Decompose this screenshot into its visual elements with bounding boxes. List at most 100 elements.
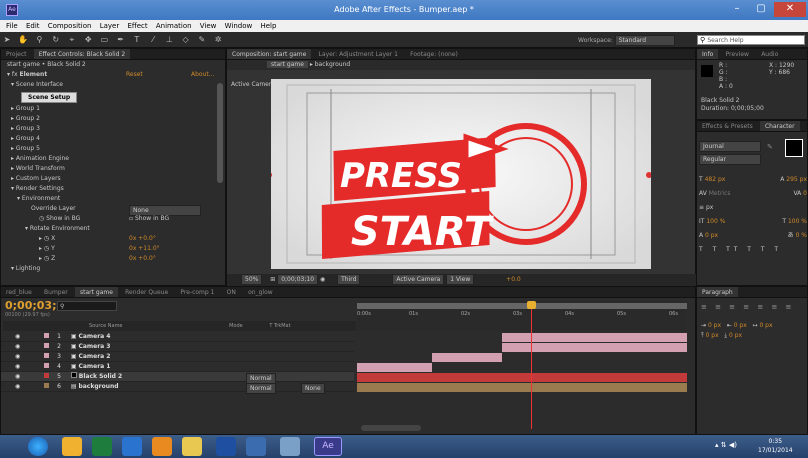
- track-matte-select[interactable]: None: [301, 383, 325, 394]
- eyedropper-icon[interactable]: ✎: [767, 143, 773, 151]
- effect-header[interactable]: ▾ fx Element Reset About...: [1, 70, 225, 80]
- menu-window[interactable]: Window: [225, 22, 253, 30]
- menu-effect[interactable]: Effect: [127, 22, 147, 30]
- menu-file[interactable]: File: [6, 22, 18, 30]
- environment-row[interactable]: ▾ Environment: [1, 194, 225, 204]
- font-style-select[interactable]: Regular: [699, 154, 761, 165]
- animation-engine-row[interactable]: ▸ Animation Engine: [1, 154, 225, 164]
- font-family-select[interactable]: Journal: [699, 141, 761, 152]
- breadcrumb-background[interactable]: background: [315, 61, 351, 68]
- eye-icon[interactable]: ◉: [15, 343, 20, 350]
- about-link[interactable]: About...: [191, 70, 214, 80]
- font-size-value[interactable]: 482 px: [705, 176, 726, 183]
- work-area-bar[interactable]: [357, 303, 687, 309]
- group-2-row[interactable]: ▸ Group 2: [1, 114, 225, 124]
- stroke-width-value[interactable]: px: [706, 204, 713, 211]
- disclosure-triangle-icon[interactable]: ▾ fx: [7, 71, 18, 78]
- layer-row-6[interactable]: ◉ 6 ▤ background Normal None: [1, 382, 354, 394]
- layer-row-1[interactable]: ◉ 1 ▣ Camera 4: [1, 332, 354, 342]
- camera-tool-icon[interactable]: ⌖: [66, 34, 78, 46]
- puppet-tool-icon[interactable]: ✲: [212, 34, 224, 46]
- scrollbar[interactable]: [217, 83, 223, 183]
- reset-link[interactable]: Reset: [126, 70, 143, 80]
- group-5-row[interactable]: ▸ Group 5: [1, 144, 225, 154]
- eye-icon[interactable]: ◉: [15, 373, 20, 380]
- exposure-value[interactable]: +0.0: [506, 276, 521, 283]
- clock[interactable]: 0:35 17/01/2014: [758, 437, 793, 455]
- lighting-row[interactable]: ▾ Lighting: [1, 264, 225, 274]
- blend-mode-select[interactable]: Normal: [246, 383, 276, 394]
- photoshop-icon[interactable]: [246, 437, 266, 456]
- baseline-value[interactable]: 0 px: [705, 232, 718, 239]
- search-help-field[interactable]: ⚲ Search Help: [697, 35, 805, 45]
- menu-composition[interactable]: Composition: [48, 22, 92, 30]
- eye-icon[interactable]: ◉: [15, 353, 20, 360]
- clone-tool-icon[interactable]: ⊥: [163, 34, 175, 46]
- menu-view[interactable]: View: [200, 22, 217, 30]
- media-player-icon[interactable]: [280, 437, 300, 456]
- layer-bar-camera-2[interactable]: [432, 353, 502, 362]
- tab-start-game[interactable]: start game: [75, 287, 118, 297]
- tab-paragraph[interactable]: Paragraph: [697, 287, 738, 297]
- grid-icon[interactable]: ⊞: [270, 276, 275, 283]
- rotate-z-value[interactable]: 0x +0.0°: [129, 254, 156, 264]
- current-time-display[interactable]: 0;00;03;10: [277, 274, 319, 285]
- indent-right-value[interactable]: 0 px: [734, 322, 747, 329]
- alignment-buttons[interactable]: ≡ ≡ ≡ ≡ ≡ ≡ ≡: [701, 303, 794, 311]
- tab-layer[interactable]: Layer: Adjustment Layer 1: [314, 49, 403, 59]
- workspace-select[interactable]: Standard: [614, 35, 675, 46]
- scene-setup-button[interactable]: Scene Setup: [21, 92, 78, 103]
- layer-row-5[interactable]: ◉ 5 Black Solid 2 Normal: [1, 372, 354, 384]
- menu-animation[interactable]: Animation: [156, 22, 192, 30]
- tab-audio[interactable]: Audio: [756, 49, 783, 59]
- fill-color-swatch[interactable]: [785, 139, 803, 157]
- time-ruler[interactable]: 0:00s 01s 02s 03s 04s 05s 06s: [357, 301, 687, 331]
- excel-icon[interactable]: [92, 437, 112, 456]
- stopwatch-icon[interactable]: ◷: [39, 215, 44, 222]
- file-explorer-icon[interactable]: [182, 437, 202, 456]
- show-in-bg-checkbox[interactable]: ▫ Show in BG: [129, 214, 169, 224]
- scene-interface-row[interactable]: ▾ Scene Interface: [1, 80, 225, 90]
- tab-bumper[interactable]: Bumper: [39, 287, 73, 297]
- composition-viewer[interactable]: PRESS START: [266, 79, 652, 269]
- space-after-value[interactable]: 0 px: [729, 332, 742, 339]
- start-button-icon[interactable]: [28, 437, 48, 456]
- camera-select[interactable]: Active Camera: [392, 274, 445, 285]
- vlc-icon[interactable]: [152, 437, 172, 456]
- layer-row-4[interactable]: ◉ 4 ▣ Camera 1: [1, 362, 354, 372]
- menu-help[interactable]: Help: [260, 22, 276, 30]
- eye-icon[interactable]: ◉: [15, 383, 20, 390]
- tab-composition[interactable]: Composition: start game: [227, 49, 312, 59]
- selection-tool-icon[interactable]: ➤: [1, 34, 13, 46]
- mask-tool-icon[interactable]: ▭: [98, 34, 110, 46]
- rotate-y-value[interactable]: 0x +11.0°: [129, 244, 160, 254]
- layer-bar-camera-4[interactable]: [502, 333, 687, 342]
- tab-project[interactable]: Project: [1, 49, 32, 59]
- pan-behind-tool-icon[interactable]: ✥: [82, 34, 94, 46]
- tab-render-queue[interactable]: Render Queue: [120, 287, 173, 297]
- timeline-zoom-slider[interactable]: [361, 425, 421, 431]
- tab-footage[interactable]: Footage: (none): [405, 49, 463, 59]
- layer-bar-camera-1[interactable]: [357, 363, 432, 372]
- roto-tool-icon[interactable]: ✎: [196, 34, 208, 46]
- tab-pre-comp-1[interactable]: Pre-comp 1: [175, 287, 219, 297]
- zoom-select[interactable]: 50%: [241, 274, 263, 285]
- render-settings-row[interactable]: ▾ Render Settings: [1, 184, 225, 194]
- tab-on-glow[interactable]: on_glow: [243, 287, 278, 297]
- tsume-value[interactable]: 0 %: [796, 232, 807, 239]
- menu-layer[interactable]: Layer: [100, 22, 120, 30]
- hscale-value[interactable]: 100 %: [788, 218, 807, 225]
- indent-first-value[interactable]: 0 px: [759, 322, 772, 329]
- vscale-value[interactable]: 100 %: [706, 218, 725, 225]
- tab-effect-controls[interactable]: Effect Controls: Black Solid 2: [33, 49, 131, 59]
- timeline-search-input[interactable]: ⚲: [57, 301, 117, 311]
- group-1-row[interactable]: ▸ Group 1: [1, 104, 225, 114]
- tracking-value[interactable]: 0: [803, 190, 807, 197]
- layer-row-3[interactable]: ◉ 3 ▣ Camera 2: [1, 352, 354, 362]
- playhead-handle[interactable]: [527, 301, 536, 309]
- rotate-x-value[interactable]: 0x +0.0°: [129, 234, 156, 244]
- tab-preview[interactable]: Preview: [721, 49, 754, 59]
- kerning-value[interactable]: Metrics: [709, 190, 731, 197]
- close-button[interactable]: ✕: [774, 2, 806, 17]
- layer-bar-black-solid-2[interactable]: [357, 373, 687, 382]
